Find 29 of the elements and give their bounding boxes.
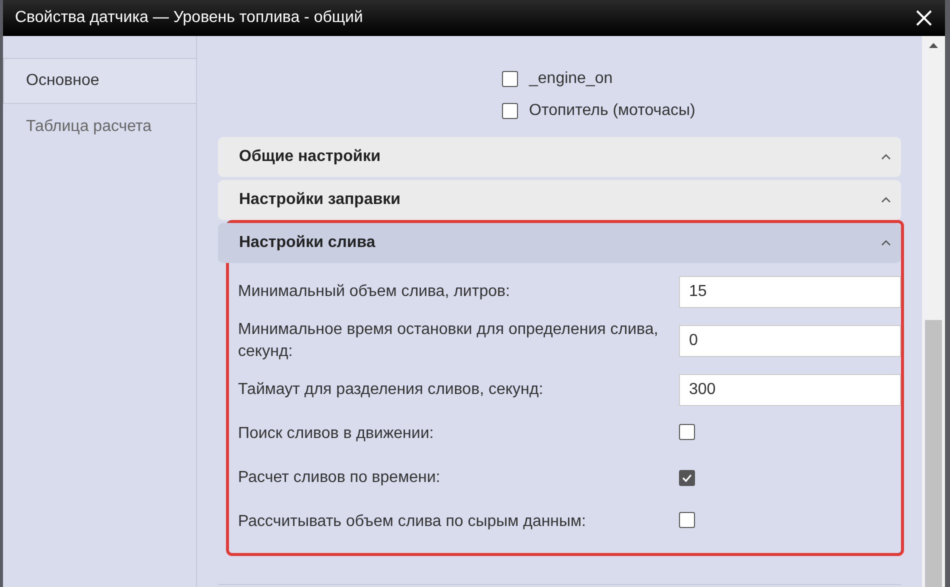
scroll-thumb[interactable] [925,320,942,587]
scrollbar[interactable] [922,36,945,587]
checkbox-label: Отопитель (моточасы) [529,102,696,120]
field-label: Минимальное время остановки для определения слива, секунд: [238,320,660,362]
field-label: Таймаут для разделения сливов, секунд: [238,380,544,400]
checkbox-label: _engine_on [529,70,613,88]
accordion-header[interactable]: Настройки слива [218,223,901,263]
chevron-up-icon [881,240,891,246]
accordion-header[interactable]: Общие настройки [218,137,901,177]
field-label: Минимальный объем слива, литров: [238,282,511,302]
input-field[interactable]: 300 [679,374,901,406]
window-title: Свойства датчика — Уровень топлива - общий [15,9,363,27]
checkbox[interactable] [679,470,695,486]
chevron-up-icon [881,197,891,203]
accordion-header[interactable]: Настройки заправки [218,180,901,220]
close-button[interactable] [915,9,933,27]
checkbox[interactable] [679,512,695,528]
sidebar-tab[interactable]: Таблица расчета [3,104,196,150]
chevron-up-icon [881,154,891,160]
checkmark-icon [682,474,692,482]
checkbox[interactable] [502,103,518,119]
field-label: Поиск сливов в движении: [238,424,435,444]
sidebar-tab[interactable]: Основное [3,58,196,104]
checkbox[interactable] [502,71,518,87]
checkbox[interactable] [679,424,695,440]
field-label: Рассчитывать объем слива по сырым данным: [238,512,587,532]
field-label: Расчет сливов по времени: [238,468,442,488]
input-field[interactable]: 15 [679,276,901,308]
input-field[interactable]: 0 [679,325,901,357]
